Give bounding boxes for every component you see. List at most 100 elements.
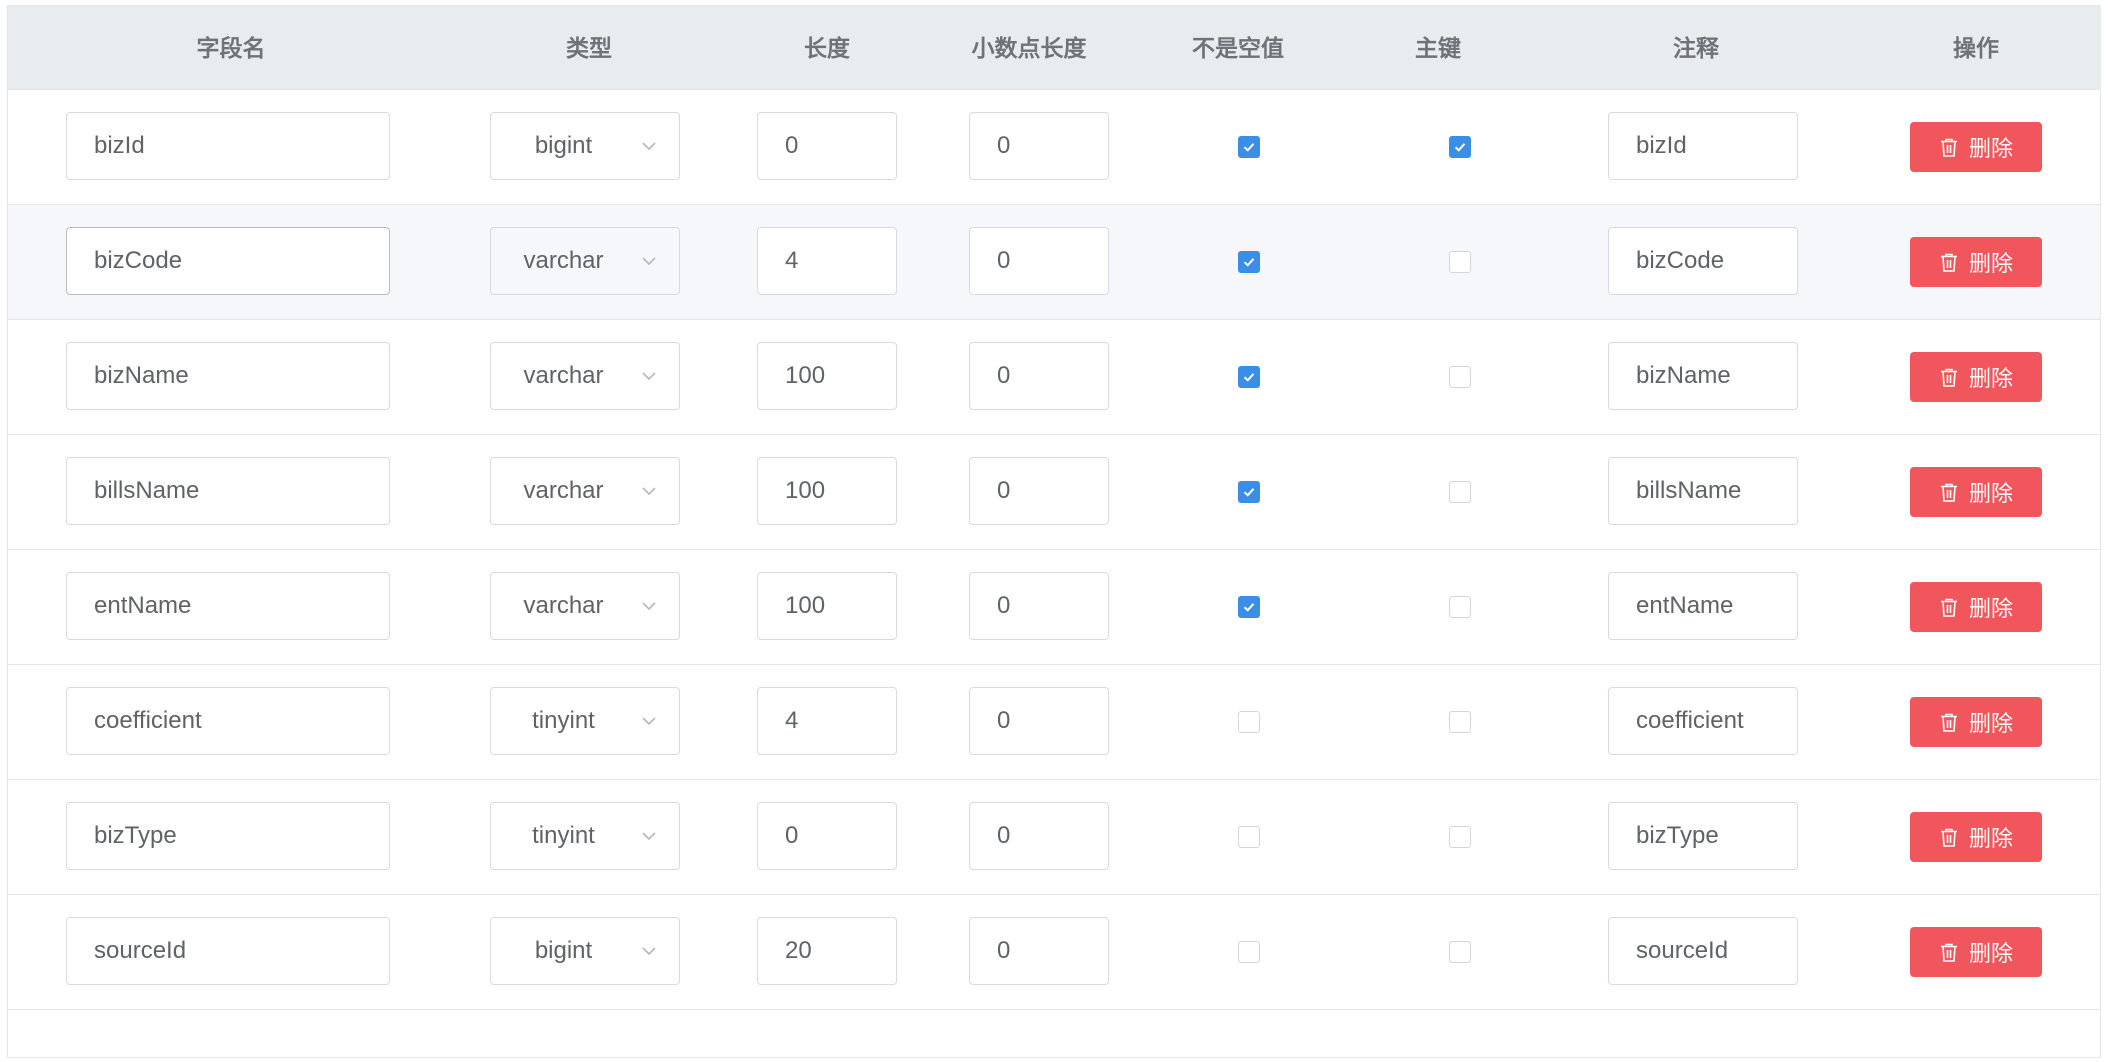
trash-icon (1940, 253, 1957, 272)
field-name-input[interactable] (66, 687, 390, 755)
decimal-input[interactable] (969, 342, 1109, 410)
type-select[interactable]: tinyint (490, 687, 680, 755)
chevron-down-icon (642, 372, 656, 381)
type-select[interactable]: varchar (490, 457, 680, 525)
type-select-value: tinyint (532, 822, 595, 849)
delete-button[interactable]: 删除 (1910, 582, 2042, 632)
trash-icon (1940, 713, 1957, 732)
delete-button[interactable]: 删除 (1910, 122, 2042, 172)
length-input[interactable] (757, 227, 897, 295)
decimal-input[interactable] (969, 687, 1109, 755)
type-select[interactable]: bigint (490, 112, 680, 180)
column-header-field-name: 字段名 (196, 35, 266, 61)
decimal-input[interactable] (969, 802, 1109, 870)
decimal-input[interactable] (969, 457, 1109, 525)
comment-input[interactable] (1608, 342, 1798, 410)
delete-button[interactable]: 删除 (1910, 812, 2042, 862)
type-select[interactable]: tinyint (490, 802, 680, 870)
field-name-input[interactable] (66, 917, 390, 985)
table-row: varchar 删除 (8, 550, 2100, 665)
field-name-input[interactable] (66, 342, 390, 410)
primary-key-checkbox[interactable] (1449, 711, 1471, 733)
not-null-checkbox[interactable] (1238, 251, 1260, 273)
chevron-down-icon (642, 487, 656, 496)
not-null-checkbox[interactable] (1238, 941, 1260, 963)
trash-icon (1940, 138, 1957, 157)
delete-button[interactable]: 删除 (1910, 927, 2042, 977)
column-header-length: 长度 (804, 35, 850, 61)
type-select[interactable]: varchar (490, 227, 680, 295)
not-null-checkbox[interactable] (1238, 136, 1260, 158)
field-name-input[interactable] (66, 112, 390, 180)
field-name-input[interactable] (66, 227, 390, 295)
type-select-value: tinyint (532, 707, 595, 734)
not-null-checkbox[interactable] (1238, 481, 1260, 503)
delete-button-label: 删除 (1968, 481, 2013, 506)
table-row: varchar 删除 (8, 320, 2100, 435)
column-header-action: 操作 (1953, 35, 1999, 61)
chevron-down-icon (642, 142, 656, 151)
delete-button-label: 删除 (1968, 711, 2013, 736)
primary-key-checkbox[interactable] (1449, 366, 1471, 388)
primary-key-checkbox[interactable] (1449, 251, 1471, 273)
column-header-type: 类型 (566, 35, 612, 61)
type-select-value: bigint (534, 132, 593, 159)
primary-key-checkbox[interactable] (1449, 596, 1471, 618)
comment-input[interactable] (1608, 457, 1798, 525)
length-input[interactable] (757, 687, 897, 755)
comment-input[interactable] (1608, 227, 1798, 295)
type-select-value: varchar (523, 362, 604, 389)
type-select[interactable]: bigint (490, 917, 680, 985)
field-name-input[interactable] (66, 572, 390, 640)
length-input[interactable] (757, 917, 897, 985)
type-select[interactable]: varchar (490, 342, 680, 410)
primary-key-checkbox[interactable] (1449, 481, 1471, 503)
table-row: tinyint 删除 (8, 780, 2100, 895)
type-select-value: varchar (523, 477, 604, 504)
table-row: bigint 删除 (8, 90, 2100, 205)
primary-key-checkbox[interactable] (1449, 136, 1471, 158)
length-input[interactable] (757, 112, 897, 180)
checkmark-icon (1243, 258, 1255, 267)
length-input[interactable] (757, 802, 897, 870)
not-null-checkbox[interactable] (1238, 711, 1260, 733)
delete-button-label: 删除 (1968, 136, 2013, 161)
delete-button-label: 删除 (1968, 596, 2013, 621)
length-input[interactable] (757, 342, 897, 410)
length-input[interactable] (757, 457, 897, 525)
not-null-checkbox[interactable] (1238, 596, 1260, 618)
primary-key-checkbox[interactable] (1449, 941, 1471, 963)
not-null-checkbox[interactable] (1238, 826, 1260, 848)
delete-button[interactable]: 删除 (1910, 697, 2042, 747)
delete-button[interactable]: 删除 (1910, 467, 2042, 517)
checkmark-icon (1454, 143, 1466, 152)
length-input[interactable] (757, 572, 897, 640)
trash-icon (1940, 368, 1957, 387)
decimal-input[interactable] (969, 572, 1109, 640)
comment-input[interactable] (1608, 917, 1798, 985)
decimal-input[interactable] (969, 917, 1109, 985)
trash-icon (1940, 943, 1957, 962)
column-header-comment: 注释 (1673, 35, 1719, 61)
primary-key-checkbox[interactable] (1449, 826, 1471, 848)
delete-button[interactable]: 删除 (1910, 352, 2042, 402)
trash-icon (1940, 598, 1957, 617)
comment-input[interactable] (1608, 112, 1798, 180)
table-row: varchar 删除 (8, 435, 2100, 550)
comment-input[interactable] (1608, 572, 1798, 640)
trash-icon (1940, 828, 1957, 847)
type-select[interactable]: varchar (490, 572, 680, 640)
decimal-input[interactable] (969, 227, 1109, 295)
delete-button[interactable]: 删除 (1910, 237, 2042, 287)
field-name-input[interactable] (66, 457, 390, 525)
checkmark-icon (1243, 143, 1255, 152)
comment-input[interactable] (1608, 802, 1798, 870)
table-row: bigint 删除 (8, 895, 2100, 1010)
field-name-input[interactable] (66, 802, 390, 870)
chevron-down-icon (642, 602, 656, 611)
column-header-not-null: 不是空值 (1192, 35, 1284, 61)
checkmark-icon (1243, 488, 1255, 497)
comment-input[interactable] (1608, 687, 1798, 755)
decimal-input[interactable] (969, 112, 1109, 180)
not-null-checkbox[interactable] (1238, 366, 1260, 388)
